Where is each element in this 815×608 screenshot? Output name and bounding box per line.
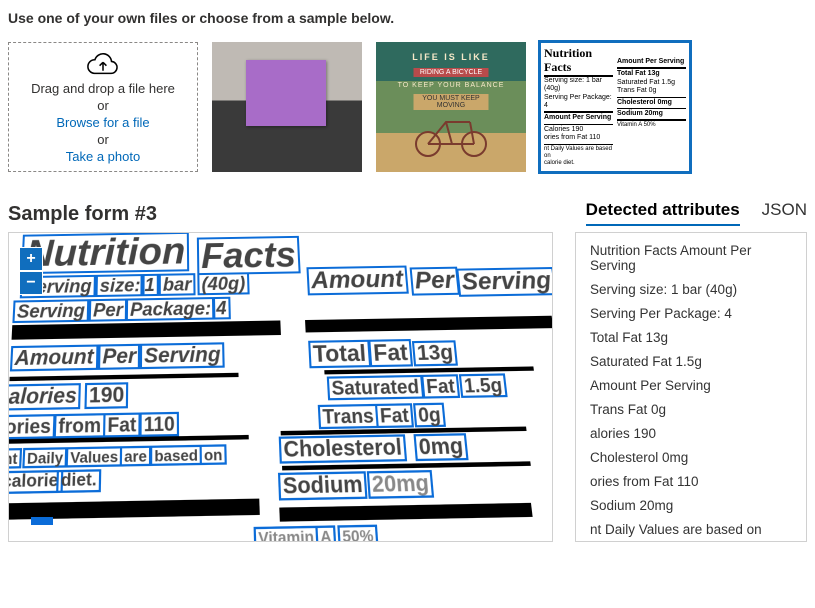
- dropzone-line: Drag and drop a file here: [31, 81, 175, 96]
- ocr-box: nt: [8, 448, 22, 469]
- sample-form-title: Sample form #3: [8, 203, 157, 226]
- poster-line: TO KEEP YOUR BALANCE: [376, 82, 526, 89]
- ocr-box: on: [200, 444, 227, 465]
- ocr-box: Serving: [12, 299, 89, 323]
- ocr-box: bar: [159, 273, 196, 296]
- ocr-box: 1.5g: [459, 373, 508, 398]
- detected-line: Serving size: 1 bar (40g): [590, 282, 792, 297]
- ocr-box: 0mg: [413, 433, 468, 461]
- selection-handle[interactable]: [31, 517, 53, 525]
- ocr-box: Amount: [306, 266, 408, 296]
- detected-line: Amount Per Serving: [590, 378, 792, 393]
- ocr-box: diet.: [56, 469, 101, 493]
- ocr-box: Daily: [22, 447, 68, 468]
- ocr-box: alories: [8, 383, 81, 410]
- thumb-label-line: Serving size: 1 bar (40g): [544, 77, 613, 94]
- image-canvas[interactable]: + − Nutrition Facts Serving size: 1 bar …: [8, 232, 553, 542]
- thumb-label-line: ories from Fat 110: [544, 134, 613, 142]
- thumb-label-title: Nutrition Facts: [544, 46, 613, 77]
- ocr-box: Trans: [318, 404, 379, 429]
- thumb-label-line: Amount Per Serving: [544, 114, 613, 122]
- ocr-box: Serving: [456, 267, 553, 297]
- sample-thumb-3[interactable]: Nutrition Facts Serving size: 1 bar (40g…: [540, 42, 690, 172]
- ocr-box: ories: [8, 414, 56, 439]
- ocr-box: Total: [308, 340, 371, 369]
- ocr-box: 50%: [337, 525, 378, 542]
- thumb-label-line: Vitamin A 50%: [617, 122, 686, 129]
- ocr-box: Saturated: [327, 375, 425, 401]
- ocr-box: 4: [212, 297, 231, 320]
- ocr-box: 110: [139, 412, 179, 437]
- ocr-box: size:: [95, 274, 144, 297]
- detected-line: Cholesterol 0mg: [590, 450, 792, 465]
- ocr-box: 0g: [413, 403, 446, 428]
- bicycle-icon: [412, 108, 492, 158]
- detected-line: Sodium 20mg: [590, 498, 792, 513]
- ocr-box: are: [120, 446, 151, 467]
- analyzed-image: Nutrition Facts Serving size: 1 bar (40g…: [8, 232, 553, 542]
- ocr-box: Per: [98, 344, 140, 370]
- ocr-box: Package:: [126, 297, 216, 321]
- ocr-box: 1: [140, 274, 158, 296]
- thumb-label-line: Serving Per Package: 4: [544, 94, 613, 111]
- thumb-label-line: Sodium 20mg: [617, 110, 686, 118]
- ocr-box: 13g: [412, 340, 459, 366]
- browse-file-link[interactable]: Browse for a file: [56, 115, 149, 130]
- sample-thumb-2[interactable]: LIFE IS LIKE RIDING A BICYCLE TO KEEP YO…: [376, 42, 526, 172]
- detected-line: alories 190: [590, 426, 792, 441]
- thumb-label-line: nt Daily Values are based on: [544, 146, 613, 160]
- ocr-box: Values: [66, 446, 123, 467]
- thumb-label-line: Total Fat 13g: [617, 70, 686, 78]
- tab-json[interactable]: JSON: [762, 200, 807, 226]
- ocr-box: 190: [84, 382, 128, 409]
- poster-line: LIFE IS LIKE: [376, 52, 526, 62]
- thumb-label-line: Calories 190: [544, 126, 613, 134]
- poster-line: RIDING A BICYCLE: [414, 68, 489, 77]
- instruction-text: Use one of your own files or choose from…: [8, 10, 807, 26]
- ocr-box: Sodium: [278, 471, 368, 500]
- ocr-box: Fat: [103, 412, 141, 437]
- thumb-label-line: Saturated Fat 1.5g: [617, 79, 686, 87]
- detected-line: Serving Per Package: 4: [590, 306, 792, 321]
- detected-line: nt Daily Values are based on: [590, 522, 792, 537]
- ocr-box: Cholesterol: [279, 434, 407, 463]
- ocr-box: Facts: [197, 236, 301, 275]
- ocr-box: A: [315, 525, 336, 542]
- ocr-box: Per: [410, 267, 460, 296]
- thumb-label-line: Cholesterol 0mg: [617, 99, 686, 107]
- ocr-box: Fat: [368, 339, 413, 367]
- dropzone[interactable]: Drag and drop a file here or Browse for …: [8, 42, 198, 172]
- detected-line: ories from Fat 110: [590, 474, 792, 489]
- ocr-box: Nutrition: [21, 232, 190, 274]
- detected-line: Nutrition Facts Amount Per Serving: [590, 243, 792, 273]
- ocr-box: calorie: [8, 470, 63, 494]
- thumb-label-line: calorie diet.: [544, 160, 613, 167]
- dropzone-or: or: [97, 132, 109, 147]
- result-tabs: Detected attributes JSON: [586, 200, 807, 226]
- ocr-box: Serving: [140, 342, 225, 369]
- ocr-box: based: [150, 445, 202, 466]
- thumb-label-line: Amount Per Serving: [617, 58, 686, 66]
- ocr-box: from: [54, 413, 106, 438]
- ocr-box: (40g): [197, 272, 249, 295]
- ocr-box: Fat: [375, 403, 414, 428]
- dropzone-or: or: [97, 98, 109, 113]
- zoom-out-button[interactable]: −: [19, 271, 43, 295]
- tab-detected-attributes[interactable]: Detected attributes: [586, 200, 740, 226]
- thumb-label-line: Trans Fat 0g: [617, 87, 686, 95]
- zoom-in-button[interactable]: +: [19, 247, 43, 271]
- ocr-box: Per: [89, 299, 127, 322]
- ocr-box: 20mg: [367, 470, 435, 499]
- detected-line: Total Fat 13g: [590, 330, 792, 345]
- cloud-upload-icon: [86, 51, 120, 77]
- file-selection-row: Drag and drop a file here or Browse for …: [8, 42, 807, 172]
- ocr-box: Fat: [421, 374, 460, 398]
- ocr-box: Amount: [10, 344, 98, 371]
- sample-thumb-1[interactable]: [212, 42, 362, 172]
- detected-attributes-panel: Nutrition Facts Amount Per Serving Servi…: [575, 232, 807, 542]
- detected-line: Trans Fat 0g: [590, 402, 792, 417]
- detected-line: Saturated Fat 1.5g: [590, 354, 792, 369]
- ocr-box: Vitamin: [254, 526, 319, 542]
- take-photo-link[interactable]: Take a photo: [66, 149, 140, 164]
